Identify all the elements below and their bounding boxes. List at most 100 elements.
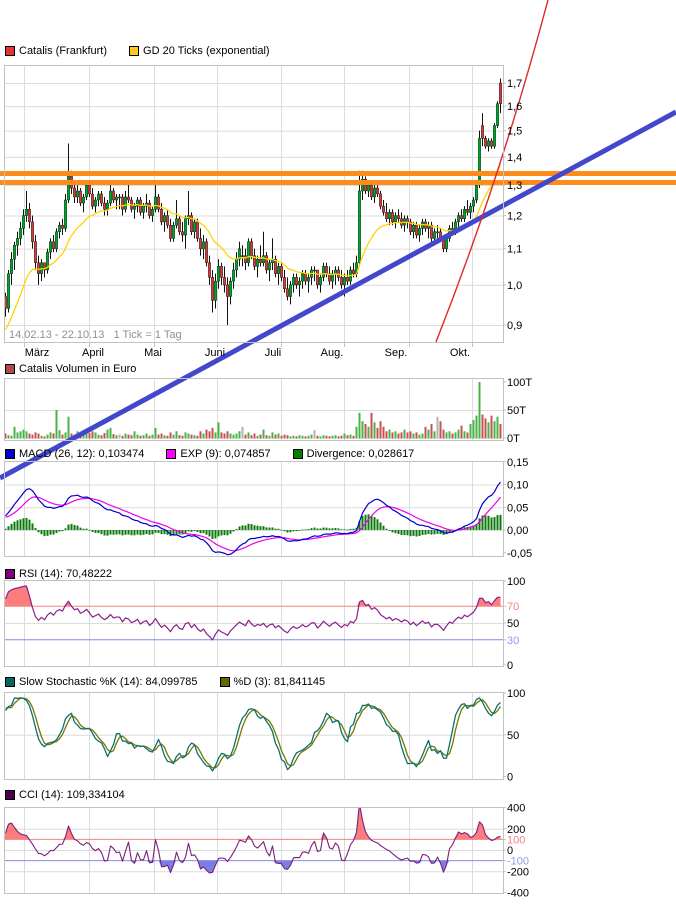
divergence-bar	[352, 528, 355, 530]
y-tick-label: 1,5	[507, 126, 522, 138]
volume-bar	[496, 416, 499, 439]
cci-series	[4, 807, 503, 874]
divergence-bar	[82, 528, 85, 530]
volume-bar	[298, 435, 301, 439]
divergence-bar	[496, 515, 499, 530]
volume-bar	[313, 430, 316, 439]
legend-label: Divergence: 0,028617	[306, 448, 415, 460]
candle-up	[55, 231, 59, 249]
divergence-bar	[277, 528, 280, 530]
volume-bar	[247, 432, 250, 439]
candle-down	[316, 269, 320, 286]
candle-up	[418, 228, 422, 236]
divergence-bar	[334, 527, 337, 530]
y-tick-label: 100T	[507, 377, 532, 389]
legend-rsi: RSI (14): 70,48222	[5, 568, 112, 580]
candle-down	[78, 190, 82, 204]
candle-up	[240, 255, 244, 257]
volume-bar	[106, 429, 109, 439]
divergence-bar	[391, 530, 394, 533]
divergence-bar	[46, 530, 49, 536]
volume-bar	[226, 431, 229, 439]
divergence-bar	[340, 529, 343, 531]
candle-down	[397, 215, 401, 219]
volume-bar	[367, 426, 370, 439]
volume-bar	[403, 429, 406, 439]
candle-down	[37, 262, 41, 274]
divergence-bar	[349, 528, 352, 530]
candle-up	[66, 176, 70, 201]
divergence-bar	[403, 530, 406, 536]
volume-bar	[322, 435, 325, 439]
divergence-bar	[94, 530, 97, 533]
divergence-bar	[310, 528, 313, 530]
volume-bar	[178, 435, 181, 439]
candle-up	[114, 196, 118, 201]
divergence-bar	[262, 526, 265, 530]
candle-down	[219, 266, 223, 278]
candle-down	[385, 212, 389, 219]
y-tick-label: 100	[507, 576, 525, 588]
volume-bar	[427, 429, 430, 439]
divergence-bar	[325, 527, 328, 530]
divergence-bar	[415, 530, 418, 537]
candle-down	[346, 277, 350, 282]
candle-down	[156, 196, 160, 210]
volume-bar	[115, 435, 118, 439]
volume-bar	[436, 416, 439, 439]
divergence-bar	[394, 530, 397, 534]
volume-bar	[172, 434, 175, 439]
volume-bar	[463, 431, 466, 439]
divergence-bar	[34, 528, 37, 530]
candle-up	[16, 238, 20, 246]
volume-bar	[40, 435, 43, 439]
divergence-bar	[319, 528, 322, 530]
volume-bar	[229, 433, 232, 439]
volume-bar	[460, 425, 463, 439]
divergence-bar	[268, 527, 271, 530]
divergence-bar	[124, 530, 127, 535]
legend-label: Catalis (Frankfurt)	[19, 45, 108, 57]
y-tick-label: 0	[507, 772, 513, 784]
candle-down	[138, 199, 142, 213]
volume-bar	[163, 435, 166, 439]
catalis-series-swatch	[5, 46, 15, 56]
candle-down	[177, 218, 181, 232]
cci-series-swatch	[5, 790, 15, 800]
legend-label: Slow Stochastic %K (14): 84,099785	[19, 676, 198, 688]
candle-down	[415, 224, 419, 236]
date-range-label: 14.02.13 - 22.10.13 1 Tick = 1 Tag	[9, 329, 182, 341]
y-tick-label: 1,0	[507, 280, 522, 292]
candle-down	[165, 215, 169, 226]
month-label: März	[25, 347, 49, 359]
volume-bar	[493, 421, 496, 439]
volume-bar	[364, 424, 367, 439]
divergence-bar	[76, 525, 79, 530]
candle-down	[499, 82, 503, 104]
divergence-bar	[418, 530, 421, 537]
divergence-bar	[421, 530, 424, 535]
stoch-k-series-swatch	[5, 677, 15, 687]
candle-down	[126, 196, 130, 201]
divergence-bar	[70, 523, 73, 530]
volume-bar	[16, 432, 19, 439]
volume-bar	[421, 433, 424, 439]
volume-bar	[154, 427, 157, 439]
volume-bar	[304, 436, 307, 439]
candle-up	[6, 273, 10, 309]
divergence-bar	[145, 530, 148, 535]
candle-down	[460, 215, 464, 219]
divergence-bar	[379, 522, 382, 530]
month-label: Aug.	[321, 347, 344, 359]
divergence-bar	[274, 528, 277, 530]
divergence-bar	[427, 530, 430, 535]
volume-bar	[292, 435, 295, 439]
candle-up	[433, 231, 437, 239]
panel-border	[4, 461, 504, 557]
candle-down	[210, 277, 214, 301]
candle-up	[153, 196, 157, 210]
candle-down	[379, 193, 383, 207]
divergence-bar	[100, 530, 103, 535]
volume-bar	[349, 434, 352, 439]
volume-bar	[52, 433, 55, 439]
